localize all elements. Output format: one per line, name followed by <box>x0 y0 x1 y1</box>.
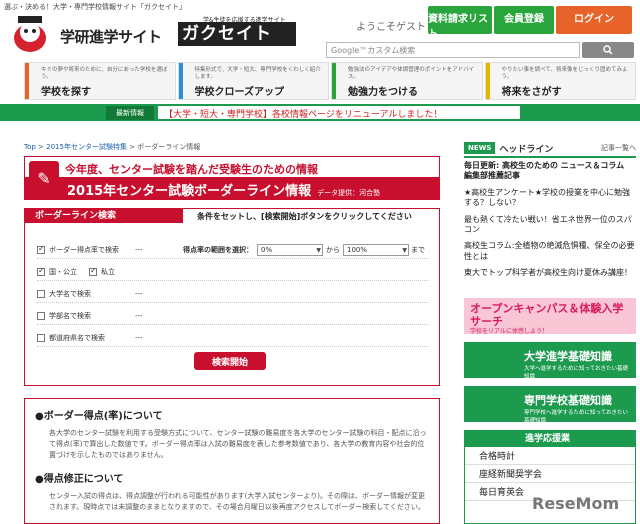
nav-desc: やりたい事を調べて、将来像をじっくり固めてみよう。 <box>501 67 628 81</box>
row-value: --- <box>135 333 143 342</box>
nav-school-closeup[interactable]: 特集形式で、大学・短大、専門学校をくわしく紹介します。 学校クローズアップ <box>177 62 329 100</box>
logo-brand[interactable]: ガクセイト <box>178 22 296 46</box>
breadcrumb: Top > 2015年センター試験特集 > ボーダーライン情報 <box>24 143 201 151</box>
news-badge: NEWS <box>464 142 496 154</box>
range-to-select[interactable]: 100% <box>343 243 409 256</box>
breadcrumb-feature[interactable]: 2015年センター試験特集 <box>46 143 127 151</box>
register-button[interactable]: 会員登録 <box>494 6 554 34</box>
data-source: データ提供：河合塾 <box>317 189 381 197</box>
search-input[interactable]: Google™カスタム検索 <box>326 42 580 58</box>
support-item[interactable]: 座経新聞奨学会 <box>465 465 635 483</box>
open-campus-banner[interactable]: オープンキャンパス＆体験入学サーチ 学校をリアルに体感しよう！ <box>464 298 636 336</box>
banner-sub: 専門学校へ進学するために知っておきたい基礎知識 <box>524 410 629 424</box>
breadcrumb-top[interactable]: Top <box>24 143 36 151</box>
row-label: ボーダー得点率で検索 <box>49 245 119 254</box>
nav-color-bar <box>485 63 490 99</box>
news-link[interactable]: 【大学・短大・専門学校】各校情報ページをリニューアルしました！ <box>158 106 520 120</box>
row-value: --- <box>135 289 143 298</box>
search-row-type: 国・公立 私立 <box>37 263 429 281</box>
search-row-score: ボーダー得点率で検索 --- 得点率の範囲を選択： 0% から 100% まで <box>37 241 429 259</box>
nav-label: 学校クローズアップ <box>194 87 285 99</box>
range-from-select[interactable]: 0% <box>257 243 323 256</box>
page-title: 2015年センター試験ボーダーライン情報 データ提供：河合塾 <box>25 177 439 199</box>
headline-header: NEWS ヘッドライン 記事一覧へ <box>464 140 636 158</box>
resemom-watermark: ReseMom <box>532 494 620 513</box>
row-value: --- <box>135 245 143 254</box>
article-list-link[interactable]: 記事一覧へ <box>601 143 636 153</box>
support-title: 進学応援業 <box>465 431 635 447</box>
request-list-button[interactable]: 資料請求リスト <box>428 6 492 40</box>
vocational-basics-banner[interactable]: 専門学校基礎知識 専門学校へ進学するために知っておきたい基礎知識 <box>464 386 636 424</box>
headline-item[interactable]: ★高校生アンケート★学校の授業を中心に勉強する？しない？ <box>464 185 636 212</box>
banner-title: 大学進学基礎知識 <box>524 350 612 363</box>
headline-item[interactable]: 東大でトップ科学者が高校生向け夏休み講座！ <box>464 265 636 281</box>
info-box: ●ボーダー得点(率)について 各大学のセンター試験を利用する受験方式について、セ… <box>24 398 440 524</box>
search-start-button[interactable]: 検索開始 <box>194 352 266 370</box>
nav-desc: 勉強法のアイデアや体調管理のポイントをアドバイス。 <box>348 67 475 81</box>
headline-item[interactable]: 最も熱くて冷たい戦い！省エネ世界一位のスパコン <box>464 212 636 239</box>
range-label: 得点率の範囲を選択： <box>183 245 253 254</box>
banner-sub: 学校をリアルに体感しよう！ <box>470 328 548 336</box>
page-subtitle: 今年度、センター試験を踏んだ受験生のための情報 <box>65 163 318 176</box>
login-button[interactable]: ログイン <box>556 6 632 34</box>
form-note: 条件をセットし、[検索開始]ボタンをクリックしてください <box>197 212 412 221</box>
nav-label: 学校を探す <box>41 87 91 99</box>
prefecture-checkbox[interactable] <box>37 333 45 342</box>
row-value: --- <box>135 311 143 320</box>
nav-label: 将来をさがす <box>501 87 562 99</box>
row-label: 学部名で検索 <box>49 311 91 320</box>
banner-title: オープンキャンパス＆体験入学サーチ <box>470 302 624 329</box>
row-label: 私立 <box>101 267 115 276</box>
page-title-box: ✎ 今年度、センター試験を踏んだ受験生のための情報 2015年センター試験ボーダ… <box>24 156 440 200</box>
search-icon <box>603 45 613 55</box>
news-tag: 最新情報 <box>106 105 154 120</box>
banner-sub: 大学へ進学するために知っておきたい基礎知識 <box>524 366 629 380</box>
search-button[interactable] <box>582 42 634 58</box>
nav-study[interactable]: 勉強法のアイデアや体調管理のポイントをアドバイス。 勉強力をつける <box>331 62 483 100</box>
form-heading: ボーダーライン検索 <box>25 209 183 223</box>
search-row-prefecture: 都道府県名で検索 --- <box>37 329 429 347</box>
nav-label: 勉強力をつける <box>348 87 418 99</box>
banner-title: 専門学校基礎知識 <box>524 394 612 407</box>
sidebar: NEWS ヘッドライン 記事一覧へ 毎日更新: 高校生のための ニュース＆コラム… <box>464 140 636 282</box>
score-checkbox[interactable] <box>37 244 45 254</box>
info-heading-adjust: ●得点修正について <box>35 473 124 485</box>
public-checkbox[interactable] <box>37 266 45 276</box>
range-end: まで <box>411 245 425 254</box>
headline-title: ヘッドライン <box>499 144 554 155</box>
nav-desc: 特集形式で、大学・短大、専門学校をくわしく紹介します。 <box>194 67 321 81</box>
row-label: 大学名で検索 <box>49 289 91 298</box>
nav-find-school[interactable]: キミの夢や将来のために、自分にあった学校を選ぼう。 学校を探す <box>24 62 176 100</box>
page-title-text: 2015年センター試験ボーダーライン情報 <box>67 184 312 199</box>
breadcrumb-current: ボーダーライン情報 <box>137 143 201 151</box>
info-heading-score: ●ボーダー得点(率)について <box>35 411 163 422</box>
news-bar: 最新情報 【大学・短大・専門学校】各校情報ページをリニューアルしました！ <box>0 104 640 121</box>
search-row-university: 大学名で検索 --- <box>37 285 429 303</box>
headline-item[interactable]: 毎日更新: 高校生のための ニュース＆コラム 編集部推薦記事 <box>464 158 636 185</box>
university-basics-banner[interactable]: 大学進学基礎知識 大学へ進学するために知っておきたい基礎知識 <box>464 342 636 380</box>
logo-main[interactable]: 学研進学サイト <box>60 26 162 47</box>
info-text-score: 各大学のセンター試験を利用する受験方式について、センター試験の難易度を各大学のセ… <box>49 429 427 460</box>
range-mid: から <box>326 245 340 254</box>
pencil-note-icon: ✎ <box>29 161 59 195</box>
info-text-adjust: センター入試の得点は、得点調整が行われる可能性があります(大学入試センターより)… <box>49 491 425 511</box>
row-label: 国・公立 <box>49 267 77 276</box>
nav-desc: キミの夢や将来のために、自分にあった学校を選ぼう。 <box>41 67 168 81</box>
nav-color-bar <box>332 63 336 99</box>
mascot-logo-icon <box>14 16 46 52</box>
support-item[interactable]: 合格時計 <box>465 447 635 465</box>
nav-future[interactable]: やりたい事を調べて、将来像をじっくり固めてみよう。 将来をさがす <box>484 62 636 100</box>
main-nav: キミの夢や将来のために、自分にあった学校を選ぼう。 学校を探す 特集形式で、大学… <box>24 62 636 100</box>
nav-color-bar <box>178 63 183 99</box>
private-checkbox[interactable] <box>89 266 97 276</box>
row-label: 都道府県名で検索 <box>49 333 105 342</box>
faculty-checkbox[interactable] <box>37 311 45 320</box>
nav-color-bar <box>25 63 29 99</box>
headline-item[interactable]: 高校生コラム:全植物の絶滅危惧種、保全の必要性とは <box>464 238 636 265</box>
university-checkbox[interactable] <box>37 289 45 298</box>
search-row-faculty: 学部名で検索 --- <box>37 307 429 325</box>
